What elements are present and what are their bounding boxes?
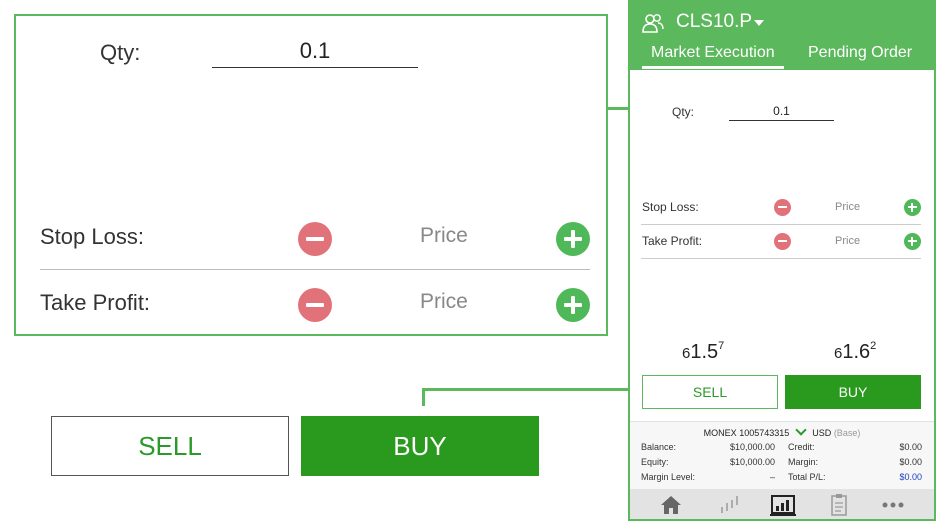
total-pl-label: Total P/L:: [788, 472, 826, 482]
zoom-stop-loss-price[interactable]: Price: [420, 224, 468, 248]
zoom-qty-label: Qty:: [100, 40, 141, 65]
app-header: CLS10.P Market Execution Pending Order: [630, 2, 934, 70]
chevron-down-icon[interactable]: [754, 20, 764, 26]
qty-label: Qty:: [672, 105, 695, 119]
zoom-stop-loss-label: Stop Loss:: [40, 224, 144, 249]
account-currency: USD: [812, 428, 832, 438]
sell-button[interactable]: SELL: [642, 375, 778, 409]
account-broker: MONEX: [703, 428, 737, 438]
zoom-take-profit-plus-icon[interactable]: [556, 288, 590, 322]
symbol-selector[interactable]: CLS10.P: [676, 11, 752, 33]
take-profit-row: Take Profit: Price: [641, 225, 921, 259]
zoom-buy-button[interactable]: BUY: [301, 416, 539, 476]
chart-icon[interactable]: [716, 493, 742, 517]
tab-pending-order[interactable]: Pending Order: [808, 44, 912, 62]
take-profit-plus-icon[interactable]: [904, 233, 921, 250]
accounts-icon[interactable]: [642, 12, 664, 34]
zoom-stop-loss-row: Stop Loss: Price: [40, 206, 590, 270]
qty-input[interactable]: 0.1: [729, 102, 834, 121]
bid-price-main: 1.5: [690, 341, 719, 363]
zoom-stop-loss-minus-icon[interactable]: [298, 222, 332, 256]
connector-line-buttons-v: [422, 388, 425, 406]
active-tab-indicator: [642, 66, 784, 69]
balance-label: Balance:: [641, 442, 677, 452]
margin-level-value: –: [769, 472, 775, 482]
zoom-qty-input[interactable]: 0.1: [212, 36, 418, 68]
bottom-nav: [630, 489, 934, 519]
connector-line-buttons-h: [422, 388, 642, 391]
margin-level-label: Margin Level:: [641, 472, 696, 482]
take-profit-label: Take Profit:: [642, 234, 703, 248]
stop-loss-minus-icon[interactable]: [774, 199, 791, 216]
zoom-take-profit-minus-icon[interactable]: [298, 288, 332, 322]
zoom-callout-panel: Qty: 0.1 Stop Loss: Price Take Profit: P…: [14, 14, 608, 336]
clipboard-icon[interactable]: [826, 493, 852, 517]
take-profit-price-input[interactable]: Price: [835, 235, 860, 247]
stop-loss-label: Stop Loss:: [642, 200, 699, 214]
bid-price-pip: 7: [718, 340, 725, 352]
zoom-sell-button[interactable]: SELL: [51, 416, 289, 476]
buy-button[interactable]: BUY: [785, 375, 921, 409]
ask-price-main: 1.6: [842, 341, 871, 363]
total-pl-value: $0.00: [899, 472, 922, 482]
stop-loss-row: Stop Loss: Price: [641, 191, 921, 225]
more-icon[interactable]: [880, 493, 906, 517]
equity-label: Equity:: [641, 457, 669, 467]
margin-label: Margin:: [788, 457, 819, 467]
margin-value: $0.00: [899, 457, 922, 467]
zoom-take-profit-row: Take Profit: Price: [40, 272, 590, 336]
stop-loss-plus-icon[interactable]: [904, 199, 921, 216]
equity-value: $10,000.00: [729, 457, 775, 467]
credit-value: $0.00: [899, 442, 922, 452]
ask-price: 61.62: [834, 340, 876, 364]
stop-loss-price-input[interactable]: Price: [835, 201, 860, 213]
bid-price: 61.57: [682, 340, 724, 364]
zoom-take-profit-label: Take Profit:: [40, 290, 151, 315]
zoom-stop-loss-plus-icon[interactable]: [556, 222, 590, 256]
trade-icon[interactable]: [770, 493, 796, 517]
ask-price-pip: 2: [870, 340, 877, 352]
account-selector[interactable]: MONEX 1005743315 USD (Base): [630, 424, 934, 438]
balance-value: $10,000.00: [729, 442, 775, 452]
account-summary: MONEX 1005743315 USD (Base) Balance: $10…: [630, 421, 934, 489]
account-number: 1005743315: [739, 428, 790, 438]
take-profit-minus-icon[interactable]: [774, 233, 791, 250]
account-base-label: (Base): [833, 428, 861, 438]
credit-label: Credit:: [788, 442, 815, 452]
home-icon[interactable]: [658, 493, 684, 517]
tab-market-execution[interactable]: Market Execution: [651, 44, 775, 62]
zoom-take-profit-price[interactable]: Price: [420, 290, 468, 314]
phone-screen: CLS10.P Market Execution Pending Order Q…: [628, 0, 936, 521]
chevron-down-icon[interactable]: [795, 424, 807, 436]
